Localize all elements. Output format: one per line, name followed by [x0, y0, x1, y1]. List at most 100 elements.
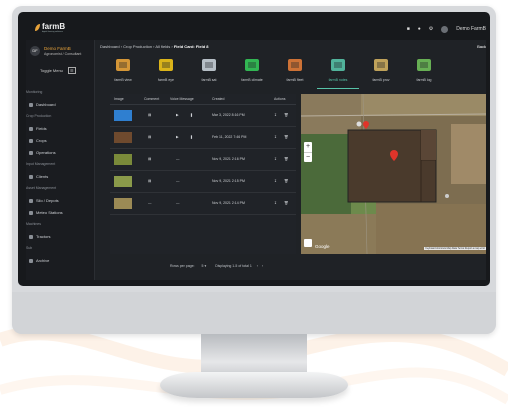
- table-header: Image Comment Voice Message Created Acti…: [110, 94, 296, 105]
- delete-icon[interactable]: 🗑: [284, 113, 288, 117]
- sidebar-item-dashboard[interactable]: Dashboard: [29, 102, 97, 111]
- sidebar-item-crops[interactable]: Crops: [29, 138, 97, 147]
- table-row[interactable]: — — Nov 9, 2021 2:14 PM ↧ 🗑: [110, 193, 296, 215]
- table-row[interactable]: ▤ ▶ ❚ Mar 3, 2022 8:16 PM ↧ 🗑: [110, 105, 296, 127]
- sidebar-item-label: Operations: [36, 150, 56, 155]
- download-icon[interactable]: ↧: [274, 135, 277, 139]
- sidebar-item-label: Tractors: [36, 234, 51, 239]
- tab-farmb-fleet[interactable]: farmB fleet: [274, 54, 316, 88]
- sidebar-item-clients[interactable]: Clients: [29, 174, 97, 183]
- tab-farmb-climate[interactable]: farmB climate: [231, 54, 273, 88]
- chevron-down-icon[interactable]: ▾: [204, 264, 206, 268]
- play-icon[interactable]: ▶: [176, 135, 179, 139]
- pause-icon[interactable]: ❚: [190, 135, 193, 139]
- sidebar-item-input-management: Input Management: [26, 162, 55, 166]
- breadcrumb-all-fields[interactable]: All fields: [155, 44, 170, 49]
- breadcrumb-dashboard[interactable]: Dashboard: [100, 44, 120, 49]
- meteo-stations-icon: [29, 210, 33, 215]
- back-button[interactable]: Back: [477, 44, 486, 49]
- bell-icon[interactable]: ●: [418, 26, 421, 32]
- comment-empty: —: [148, 201, 152, 205]
- tab-farmb-prov[interactable]: farmB prov: [360, 54, 402, 88]
- sidebar-item-label: Asset Management: [26, 186, 57, 190]
- satellite-map-image: [301, 94, 486, 254]
- table-row[interactable]: ▤ ▶ ❚ Feb 11, 2022 7:46 PM ↧ 🗑: [110, 127, 296, 149]
- app-logo[interactable]: farmB digital farming solutions: [34, 22, 65, 35]
- app-screen: farmB digital farming solutions ■ ● ⚙ De…: [26, 18, 486, 280]
- tab-farmb-log[interactable]: farmB log: [403, 54, 445, 88]
- note-thumbnail[interactable]: [114, 110, 132, 121]
- tab-farmb-view[interactable]: farmB view: [102, 54, 144, 88]
- tab-farmb-eye[interactable]: farmB eye: [145, 54, 187, 88]
- sidebar-item-fields[interactable]: Fields: [29, 126, 97, 135]
- delete-icon[interactable]: 🗑: [284, 135, 288, 139]
- toggle-menu-button[interactable]: Toggle Menu ☰: [40, 67, 80, 76]
- monitor-neck: [201, 334, 307, 374]
- user-role: Agronomist / Consultant: [44, 52, 82, 56]
- sidebar-item-label: Monitoring: [26, 90, 43, 94]
- sidebar-item-operations[interactable]: Operations: [29, 150, 97, 159]
- sidebar-item-label: Sub: [26, 246, 33, 250]
- zoom-in-button[interactable]: +: [304, 142, 312, 152]
- breadcrumb-crop-production[interactable]: Crop Production: [123, 44, 152, 49]
- sidebar-item-tractors[interactable]: Tractors: [29, 234, 97, 243]
- user-box[interactable]: DF Demo FarmB Agronomist / Consultant: [30, 44, 92, 60]
- pause-icon[interactable]: ❚: [190, 113, 193, 117]
- user-avatar: DF: [30, 46, 40, 56]
- note-thumbnail[interactable]: [114, 154, 132, 165]
- clients-icon: [29, 174, 33, 179]
- tab-farmb-sat[interactable]: farmB sat: [188, 54, 230, 88]
- pie-chart-icon: [114, 56, 132, 74]
- play-icon[interactable]: ▶: [176, 113, 179, 117]
- col-voice: Voice Message: [170, 97, 194, 101]
- fullscreen-icon[interactable]: [304, 239, 312, 247]
- note-thumbnail[interactable]: [114, 176, 132, 187]
- sidebar-item-silo-depots[interactable]: Silo / Depots: [29, 198, 97, 207]
- gear-icon[interactable]: ⚙: [429, 26, 433, 32]
- sidebar-item-archive[interactable]: Archive: [29, 258, 97, 267]
- table-row[interactable]: ▤ — Nov 9, 2021 2:15 PM ↧ 🗑: [110, 171, 296, 193]
- delete-icon[interactable]: 🗑: [284, 201, 288, 205]
- sidebar-item-asset-management: Asset Management: [26, 186, 56, 190]
- note-thumbnail[interactable]: [114, 132, 132, 143]
- zoom-controls: + −: [304, 142, 312, 162]
- store-icon[interactable]: ■: [407, 26, 410, 32]
- map-attribution: Keyboard shortcuts Map Data Terms Report…: [424, 247, 486, 250]
- next-page-icon[interactable]: ›: [262, 264, 263, 268]
- google-logo: Google: [315, 244, 330, 249]
- operations-icon: [29, 150, 33, 155]
- tab-label: farmB notes: [328, 78, 348, 82]
- top-user-name[interactable]: Demo FarmB: [456, 26, 486, 32]
- field-notes-icon: [329, 56, 347, 74]
- zoom-out-button[interactable]: −: [304, 152, 312, 163]
- col-created: Created: [212, 97, 225, 101]
- comment-icon[interactable]: ▤: [148, 113, 151, 117]
- note-thumbnail[interactable]: [114, 198, 132, 209]
- voice-empty: —: [176, 179, 180, 183]
- avatar[interactable]: [441, 25, 449, 33]
- comment-icon[interactable]: ▤: [148, 135, 151, 139]
- comment-icon[interactable]: ▤: [148, 157, 151, 161]
- col-image: Image: [114, 97, 124, 101]
- logo-text: farmB: [42, 22, 66, 31]
- weather-signal-icon: [243, 56, 261, 74]
- delete-icon[interactable]: 🗑: [284, 179, 288, 183]
- sidebar-item-label: Archive: [36, 258, 50, 263]
- tab-label: farmB eye: [158, 78, 174, 82]
- tractors-icon: [29, 234, 33, 239]
- prev-page-icon[interactable]: ‹: [257, 264, 258, 268]
- download-icon[interactable]: ↧: [274, 157, 277, 161]
- download-icon[interactable]: ↧: [274, 113, 277, 117]
- col-actions: Actions: [274, 97, 286, 101]
- comment-icon[interactable]: ▤: [148, 179, 151, 183]
- delete-icon[interactable]: 🗑: [284, 157, 288, 161]
- tab-farmb-notes[interactable]: farmB notes: [317, 54, 359, 89]
- main-content: Dashboard › Crop Production › All fields…: [96, 40, 486, 280]
- field-map[interactable]: + − Google Keyboard shortcuts Map Data T…: [301, 94, 486, 254]
- dashboard-icon: [29, 102, 33, 107]
- download-icon[interactable]: ↧: [274, 201, 277, 205]
- sidebar-item-label: Fields: [36, 126, 47, 131]
- table-row[interactable]: ▤ — Nov 9, 2021 2:16 PM ↧ 🗑: [110, 149, 296, 171]
- download-icon[interactable]: ↧: [274, 179, 277, 183]
- sidebar-item-meteo-stations[interactable]: Meteo Stations: [29, 210, 97, 219]
